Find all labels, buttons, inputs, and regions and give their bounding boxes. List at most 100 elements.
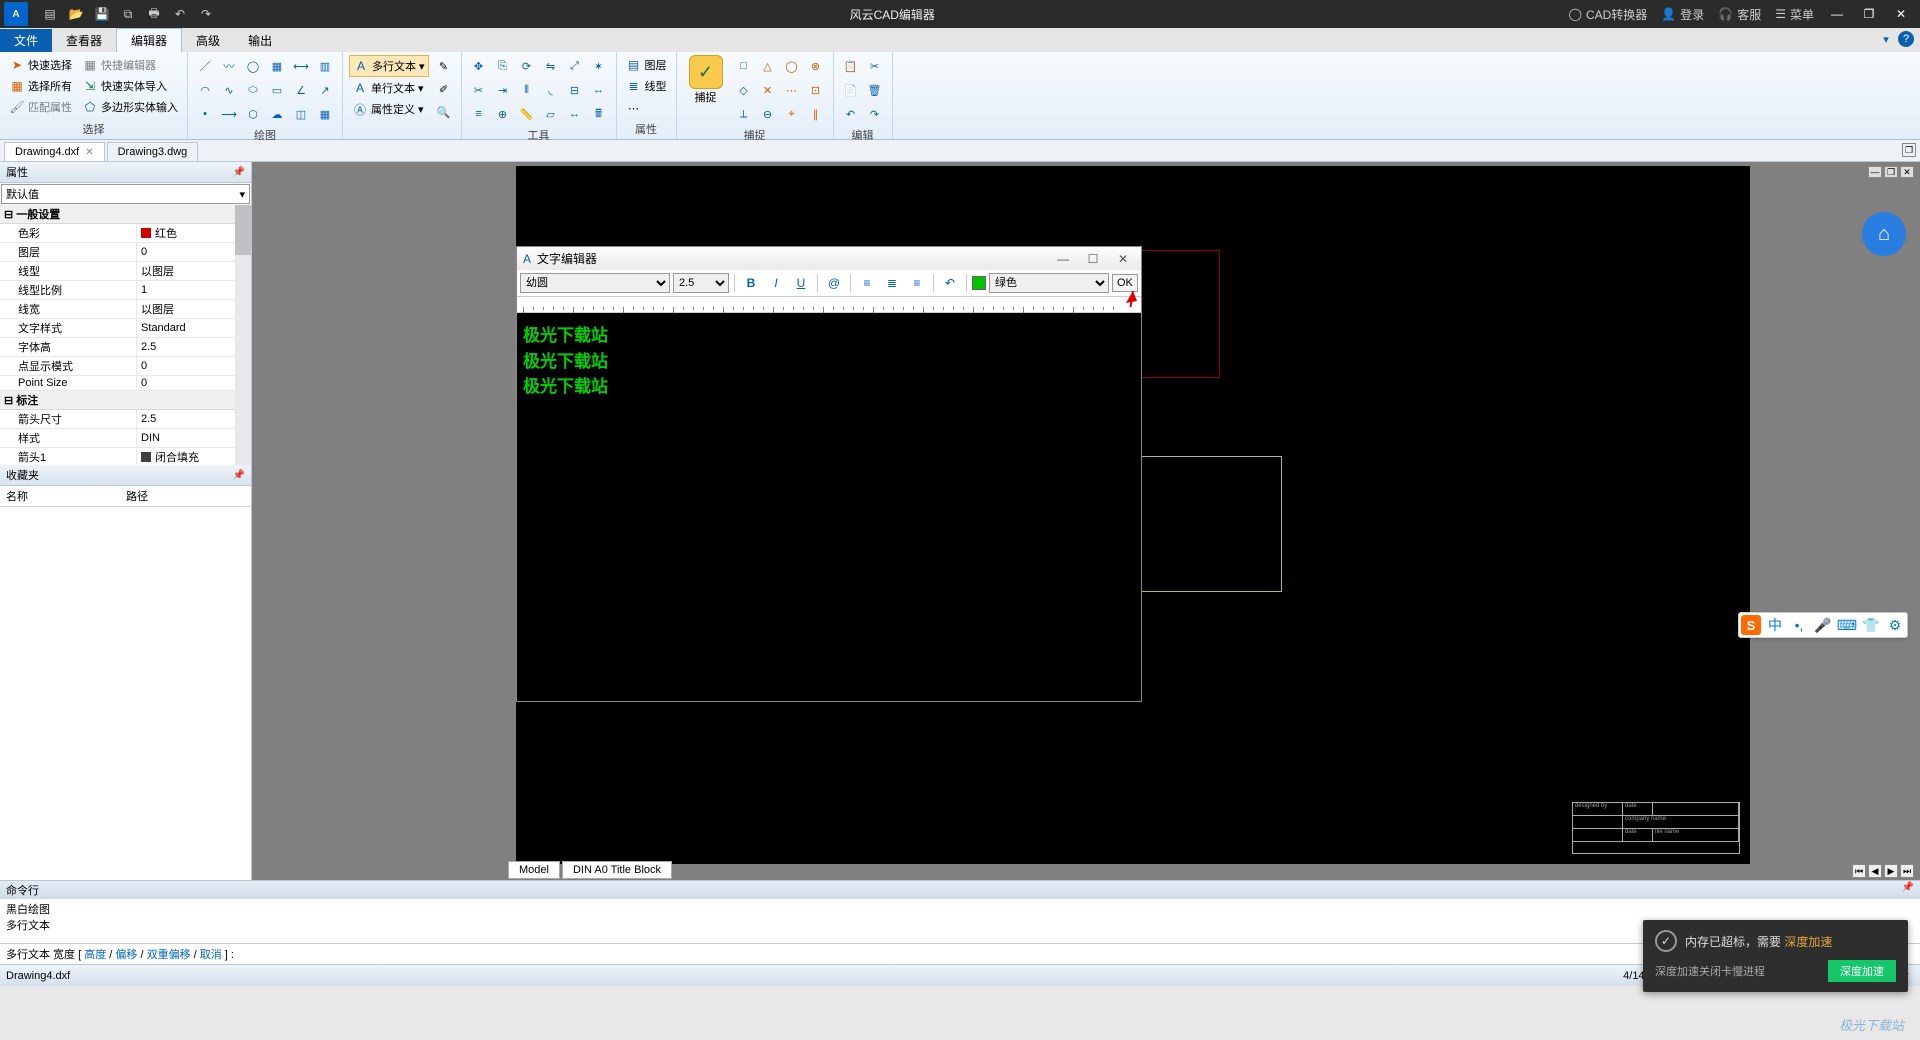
align-right-icon[interactable]: ≡ [906, 273, 928, 293]
size-combo[interactable]: 2.5 [673, 273, 729, 293]
clipboard-cut-icon[interactable]: ✂ [864, 55, 886, 77]
break-icon[interactable]: ⊟ [564, 79, 586, 101]
cloud-icon[interactable]: ☁ [266, 103, 288, 125]
point-icon[interactable]: • [194, 103, 216, 125]
prop-row[interactable]: 线型比例1 [0, 281, 251, 300]
explode-icon[interactable]: ✶ [588, 55, 610, 77]
select-all-button[interactable]: ▦选择所有 [6, 76, 75, 96]
view-cube-button[interactable]: ⌂ [1862, 212, 1906, 256]
osnap-node-icon[interactable]: ⊗ [805, 55, 827, 77]
leader-icon[interactable]: ↗ [314, 79, 336, 101]
pin-icon[interactable]: 📌 [1902, 882, 1914, 898]
at-icon[interactable]: @ [823, 273, 845, 293]
osnap-near-icon[interactable]: ⌖ [781, 103, 803, 125]
canvas-max-icon[interactable]: ❐ [1884, 166, 1898, 178]
open-icon[interactable]: 📂 [66, 4, 86, 24]
prop-row[interactable]: 箭头尺寸2.5 [0, 410, 251, 429]
maximize-button[interactable]: ❐ [1860, 7, 1878, 21]
scale-icon[interactable]: ⤢ [564, 55, 586, 77]
osnap-ins-icon[interactable]: ⊡ [805, 79, 827, 101]
login-button[interactable]: 👤登录 [1661, 6, 1704, 23]
polygon-input-button[interactable]: ⬠多边形实体输入 [79, 97, 181, 117]
italic-icon[interactable]: I [765, 273, 787, 293]
area-icon[interactable]: ▱ [540, 103, 562, 125]
trim-icon[interactable]: ✂ [468, 79, 490, 101]
textfind-icon[interactable]: 🔍 [433, 101, 455, 123]
calc-icon[interactable]: 🖩 [588, 103, 610, 125]
extend-icon[interactable]: ⇥ [492, 79, 514, 101]
pin-icon[interactable]: 📌 [233, 470, 245, 481]
osnap-par-icon[interactable]: ∥ [805, 103, 827, 125]
linetype-button[interactable]: ≣线型 [623, 76, 670, 96]
prop-row[interactable]: Point Size0 [0, 376, 251, 391]
osnap-int-icon[interactable]: ✕ [757, 79, 779, 101]
notif-action-button[interactable]: 深度加速 [1828, 960, 1896, 982]
sheet-tab-model[interactable]: Model [508, 861, 560, 879]
tab-output[interactable]: 输出 [234, 29, 286, 52]
sheet-last-icon[interactable]: ⏭ [1900, 864, 1914, 878]
restore-down-icon[interactable]: ❐ [1902, 143, 1916, 157]
circle-icon[interactable]: ◯ [242, 55, 264, 77]
osnap-tan-icon[interactable]: ⊖ [757, 103, 779, 125]
prop-row[interactable]: 线型以图层 [0, 262, 251, 281]
line-icon[interactable]: ／ [194, 55, 216, 77]
move-icon[interactable]: ✥ [468, 55, 490, 77]
angular-icon[interactable]: ∠ [290, 79, 312, 101]
ime-lang[interactable]: 中 [1765, 615, 1785, 635]
ime-voice-icon[interactable]: 🎤 [1813, 615, 1833, 635]
ime-settings-icon[interactable]: ⚙ [1885, 615, 1905, 635]
arc-icon[interactable]: ◠ [194, 79, 216, 101]
saveall-icon[interactable]: ⧉ [118, 4, 138, 24]
scrollbar-thumb[interactable] [235, 205, 251, 255]
spline-icon[interactable]: ∿ [218, 79, 240, 101]
clipboard-paste-icon[interactable]: 📄 [840, 79, 862, 101]
rect-icon[interactable]: ▭ [266, 79, 288, 101]
tab-advanced[interactable]: 高级 [182, 29, 234, 52]
copy-icon[interactable]: ⎘ [492, 55, 514, 77]
opt-cancel[interactable]: 取消 [200, 949, 222, 961]
ray-icon[interactable]: ⟶ [218, 103, 240, 125]
pin-icon[interactable]: 📌 [233, 167, 245, 178]
underline-icon[interactable]: U [790, 273, 812, 293]
ruler-icon[interactable]: 📏 [516, 103, 538, 125]
props-dialog-icon[interactable]: ⋯ [623, 97, 645, 119]
attdef-button[interactable]: Ⓐ属性定义▾ [349, 99, 429, 119]
opt-double[interactable]: 双重偏移 [147, 949, 191, 961]
table-icon[interactable]: ▦ [314, 103, 336, 125]
tab-viewer[interactable]: 查看器 [52, 29, 116, 52]
prop-row[interactable]: 图层0 [0, 243, 251, 262]
prop-section[interactable]: ⊟ 一般设置 [0, 205, 251, 224]
textedit-icon[interactable]: ✐ [433, 78, 455, 100]
redo2-icon[interactable]: ↷ [864, 103, 886, 125]
drawing-canvas[interactable]: designed bydate company name datefile na… [516, 166, 1750, 864]
font-combo[interactable]: 幼圆 [520, 273, 670, 293]
scrollbar[interactable] [235, 205, 251, 465]
sheet-prev-icon[interactable]: ◀ [1868, 864, 1882, 878]
help-icon[interactable]: ? [1898, 31, 1914, 47]
sheet-tab-layout[interactable]: DIN A0 Title Block [562, 861, 672, 879]
prop-row[interactable]: 点显示模式0 [0, 357, 251, 376]
textstyle-icon[interactable]: ✎ [433, 55, 455, 77]
dist-icon[interactable]: ↔ [564, 103, 586, 125]
sheet-first-icon[interactable]: ⏮ [1852, 864, 1866, 878]
text-editor-titlebar[interactable]: A 文字编辑器 — ☐ ✕ [517, 247, 1141, 270]
opt-height[interactable]: 高度 [84, 949, 106, 961]
fillet-icon[interactable]: ◟ [540, 79, 562, 101]
align-center-icon[interactable]: ≣ [881, 273, 903, 293]
print-icon[interactable]: 🖶 [144, 4, 164, 24]
mirror-icon[interactable]: ⇋ [540, 55, 562, 77]
prop-row[interactable]: 样式DIN [0, 429, 251, 448]
mtext-button[interactable]: A多行文本▾ [349, 55, 429, 77]
undo-icon[interactable]: ↶ [170, 4, 190, 24]
minimize-button[interactable]: — [1828, 7, 1846, 21]
ok-button[interactable]: OK [1112, 274, 1138, 292]
polyline-icon[interactable]: 〰 [218, 55, 240, 77]
grid-icon[interactable]: ▥ [314, 55, 336, 77]
align-icon[interactable]: ≡ [468, 103, 490, 125]
command-prompt[interactable]: 多行文本 宽度 [ 高度 / 偏移 / 双重偏移 / 取消 ] : [0, 943, 1920, 964]
ellipse-icon[interactable]: ⬭ [242, 79, 264, 101]
hexagon-icon[interactable]: ⬡ [242, 103, 264, 125]
osnap-cen-icon[interactable]: ◯ [781, 55, 803, 77]
dialog-maximize-icon[interactable]: ☐ [1081, 252, 1105, 266]
save-icon[interactable]: 💾 [92, 4, 112, 24]
